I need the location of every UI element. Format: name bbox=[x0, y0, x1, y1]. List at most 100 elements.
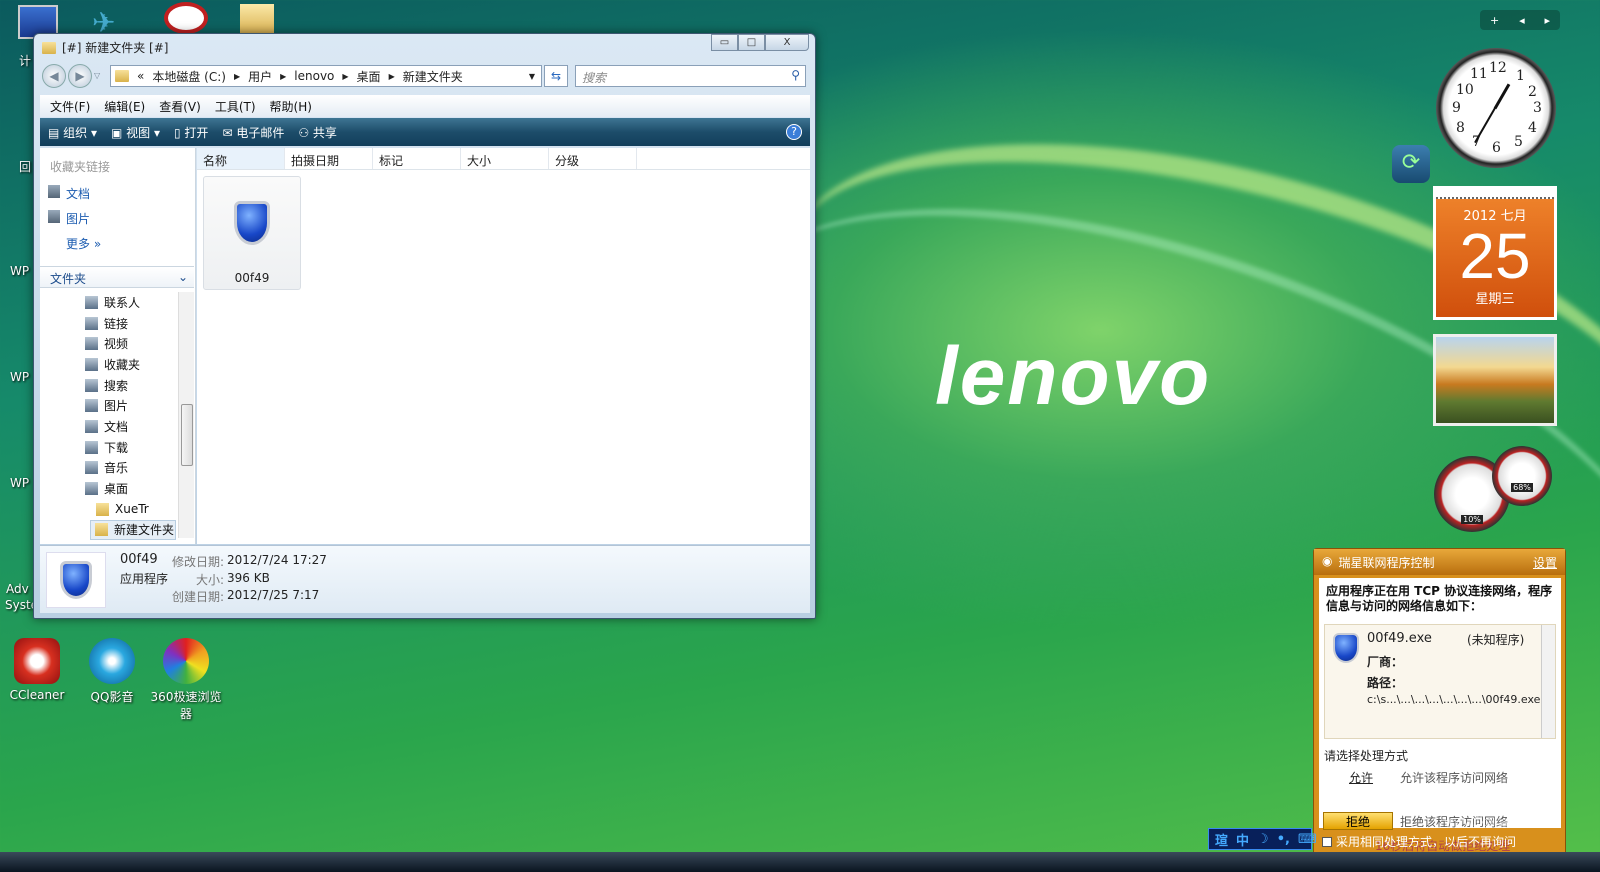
desktop-icon-qqplayer[interactable]: QQ影音 bbox=[72, 638, 152, 705]
popup-header: ◉ 瑞星联网程序控制 设置 bbox=[1314, 549, 1565, 575]
breadcrumb-overflow[interactable]: « bbox=[137, 69, 144, 83]
clock-number: 3 bbox=[1533, 100, 1542, 116]
calendar-rings bbox=[1436, 189, 1554, 199]
tree-scrollbar[interactable] bbox=[178, 292, 194, 538]
organize-button[interactable]: ▤ 组织 ▾ bbox=[48, 124, 97, 141]
tree-item[interactable]: 文档 bbox=[40, 416, 176, 437]
detail-label: 修改日期: bbox=[172, 555, 225, 569]
chevron-right-icon[interactable]: ▶ bbox=[280, 72, 286, 81]
settings-link[interactable]: 设置 bbox=[1533, 554, 1557, 570]
open-button[interactable]: ▯ 打开 bbox=[174, 124, 208, 141]
desktop-icon-ccleaner[interactable]: CCleaner bbox=[0, 638, 77, 702]
tree-item[interactable]: 链接 bbox=[40, 313, 176, 334]
tree-item-selected[interactable]: 新建文件夹 bbox=[90, 519, 176, 541]
calendar-weekday: 星期三 bbox=[1475, 292, 1515, 307]
exe-path: c:\s...\...\...\...\...\...\...\00f49.ex… bbox=[1367, 693, 1541, 706]
desktop-icon-label[interactable]: Adv bbox=[6, 582, 29, 596]
allow-button[interactable]: 允许 bbox=[1349, 769, 1373, 786]
share-button[interactable]: ⚇ 共享 bbox=[298, 124, 337, 141]
desktop-icon-bird[interactable]: ✈ bbox=[92, 6, 136, 39]
email-button[interactable]: ✉ 电子邮件 bbox=[222, 124, 284, 141]
column-rating[interactable]: 分级 bbox=[549, 148, 637, 169]
menu-help[interactable]: 帮助(H) bbox=[270, 98, 312, 115]
menu-tools[interactable]: 工具(T) bbox=[215, 98, 256, 115]
maximize-button[interactable]: □ bbox=[738, 34, 765, 51]
clock-gadget[interactable]: 12 1 2 3 4 5 6 7 8 9 10 11 bbox=[1436, 48, 1556, 168]
info-scrollbar[interactable] bbox=[1541, 625, 1555, 738]
favorite-link-documents[interactable]: 文档 bbox=[40, 181, 195, 206]
shield-icon bbox=[234, 201, 270, 245]
tree-item[interactable]: 桌面 bbox=[40, 478, 176, 499]
more-links[interactable]: 更多 » bbox=[40, 231, 195, 256]
forward-button[interactable]: ▶ bbox=[68, 64, 92, 88]
scrollbar-thumb[interactable] bbox=[181, 404, 193, 466]
help-icon[interactable]: ? bbox=[786, 124, 802, 140]
checkbox[interactable] bbox=[1322, 836, 1332, 847]
chevron-down-icon[interactable]: ▼ bbox=[529, 72, 535, 81]
desktop-icon-bank[interactable] bbox=[164, 2, 208, 34]
lenovo-logo: lenovo bbox=[935, 331, 1212, 422]
half-width-icon[interactable]: ☽ bbox=[1257, 832, 1269, 847]
search-icon[interactable]: ⚲ bbox=[791, 68, 800, 82]
punctuation-icon[interactable]: •, bbox=[1277, 832, 1290, 847]
menu-view[interactable]: 查看(V) bbox=[159, 98, 201, 115]
breadcrumb-item[interactable]: 新建文件夹 bbox=[403, 68, 463, 85]
tree-item[interactable]: 图片 bbox=[40, 395, 176, 416]
memory-gauge[interactable]: 68% bbox=[1492, 446, 1552, 506]
detail-size: 396 KB bbox=[227, 571, 270, 585]
folders-header[interactable]: 文件夹 ⌄ bbox=[40, 266, 194, 288]
ime-chinese-toggle[interactable]: 中 bbox=[1236, 830, 1249, 849]
menu-file[interactable]: 文件(F) bbox=[50, 98, 90, 115]
menu-edit[interactable]: 编辑(E) bbox=[104, 98, 145, 115]
desktop-icon-label[interactable]: 回 bbox=[19, 158, 31, 175]
calendar-gadget[interactable]: 2012 七月 25 星期三 bbox=[1433, 186, 1557, 320]
breadcrumb-item[interactable]: 用户 bbox=[248, 68, 272, 85]
tree-item[interactable]: 搜索 bbox=[40, 375, 176, 396]
column-name[interactable]: 名称 bbox=[197, 148, 285, 169]
back-button[interactable]: ◀ bbox=[42, 64, 66, 88]
chevron-right-icon[interactable]: ▶ bbox=[389, 72, 395, 81]
views-button[interactable]: ▣ 视图 ▾ bbox=[111, 124, 160, 141]
remember-checkbox[interactable]: 采用相同处理方式，以后不再询问 bbox=[1322, 833, 1516, 850]
network-globe-icon[interactable]: ⟳ bbox=[1392, 145, 1430, 183]
desktop-icon-360browser[interactable]: 360极速浏览器 bbox=[146, 638, 226, 722]
desktop-icon-label[interactable]: 计 bbox=[19, 52, 31, 69]
history-dropdown-icon[interactable]: ▽ bbox=[94, 64, 100, 88]
clock-number: 11 bbox=[1470, 66, 1488, 82]
taskbar bbox=[0, 852, 1600, 872]
refresh-button[interactable]: ⇆ bbox=[544, 65, 568, 87]
column-size[interactable]: 大小 bbox=[461, 148, 549, 169]
tree-item[interactable]: 视频 bbox=[40, 333, 176, 354]
tree-item[interactable]: 音乐 bbox=[40, 458, 176, 479]
ime-icon[interactable]: 瑄 bbox=[1215, 830, 1228, 849]
desktop-icon-label[interactable]: WP bbox=[10, 476, 29, 490]
chevron-right-icon[interactable]: ▶ bbox=[342, 72, 348, 81]
favorite-link-pictures[interactable]: 图片 bbox=[40, 206, 195, 231]
vendor-label: 厂商： bbox=[1367, 655, 1404, 669]
column-date-taken[interactable]: 拍摄日期 bbox=[285, 148, 373, 169]
keyboard-icon[interactable]: ⌨ bbox=[1298, 832, 1317, 847]
deny-button[interactable]: 拒绝 bbox=[1323, 812, 1393, 830]
tree-item[interactable]: 下载 bbox=[40, 437, 176, 458]
tree-item[interactable]: 收藏夹 bbox=[40, 354, 176, 375]
previous-button[interactable]: ◂ bbox=[1519, 14, 1525, 27]
column-tags[interactable]: 标记 bbox=[373, 148, 461, 169]
minimize-button[interactable]: ▭ bbox=[711, 34, 738, 51]
breadcrumb-item[interactable]: lenovo bbox=[294, 69, 334, 83]
next-button[interactable]: ▸ bbox=[1545, 14, 1551, 27]
desktop-icon-label[interactable]: WP bbox=[10, 370, 29, 384]
tree-item[interactable]: XueTr bbox=[40, 499, 176, 520]
address-bar[interactable]: « 本地磁盘 (C:) ▶ 用户 ▶ lenovo ▶ 桌面 ▶ 新建文件夹 ▼ bbox=[110, 65, 542, 87]
file-item[interactable]: 00f49 bbox=[203, 176, 301, 290]
add-gadget-button[interactable]: + bbox=[1490, 14, 1499, 27]
breadcrumb-item[interactable]: 本地磁盘 (C:) bbox=[152, 68, 226, 85]
desktop-icon-folder[interactable] bbox=[240, 4, 274, 34]
close-button[interactable]: X bbox=[765, 34, 809, 51]
slideshow-gadget[interactable] bbox=[1433, 334, 1557, 426]
search-input[interactable]: 搜索 ⚲ bbox=[575, 65, 806, 87]
tree-item[interactable]: 联系人 bbox=[40, 292, 176, 313]
chevron-right-icon[interactable]: ▶ bbox=[234, 72, 240, 81]
breadcrumb-item[interactable]: 桌面 bbox=[357, 68, 381, 85]
desktop-icon-label[interactable]: WP bbox=[10, 264, 29, 278]
organize-label: 组织 ▾ bbox=[63, 125, 97, 140]
